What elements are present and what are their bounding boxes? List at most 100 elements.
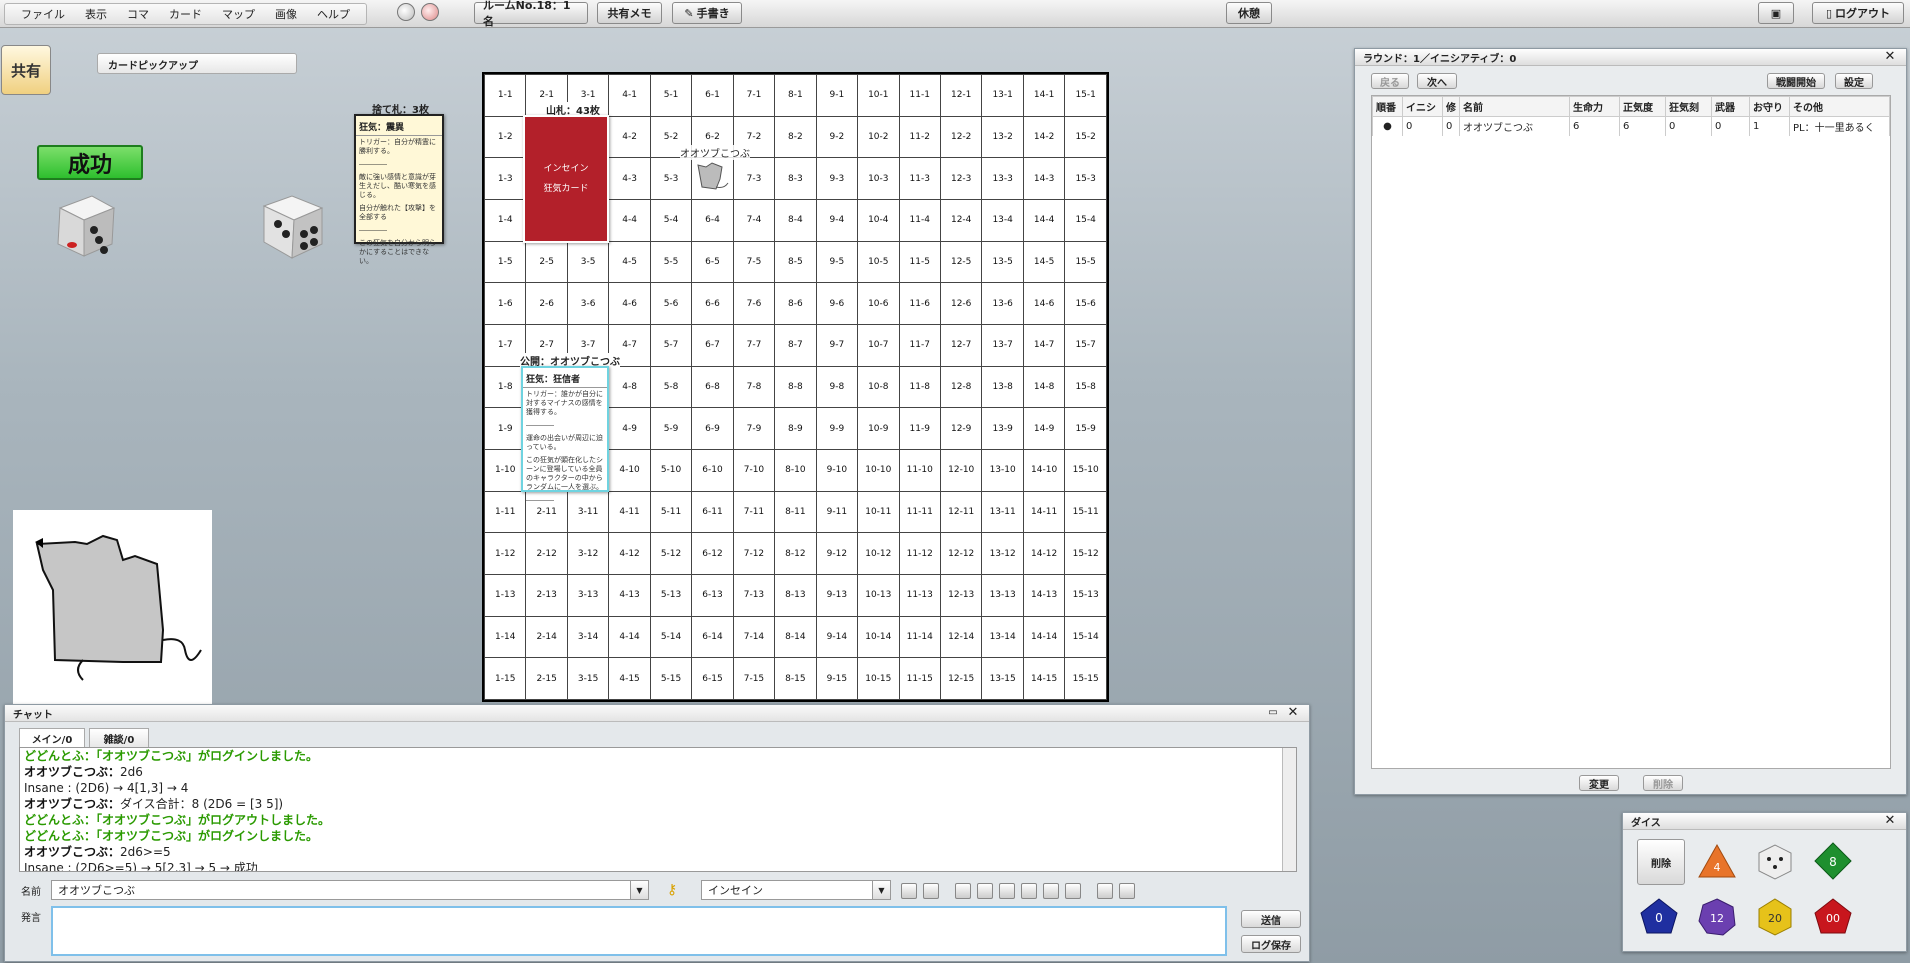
board-cell[interactable]: 8-11 bbox=[774, 490, 817, 534]
board-cell[interactable]: 9-11 bbox=[815, 490, 859, 534]
share-icon[interactable]: 共有 bbox=[1, 45, 51, 95]
board-cell[interactable]: 12-11 bbox=[939, 490, 983, 534]
board-cell[interactable]: 8-14 bbox=[774, 615, 817, 659]
board-cell[interactable]: 5-14 bbox=[649, 615, 693, 659]
board-cell[interactable]: 9-10 bbox=[815, 448, 859, 492]
board-cell[interactable]: 4-12 bbox=[608, 532, 651, 575]
board-cell[interactable]: 13-7 bbox=[981, 323, 1024, 367]
board-cell[interactable]: 8-15 bbox=[774, 657, 817, 700]
board-cell[interactable]: 14-3 bbox=[1022, 157, 1066, 200]
mouse-token[interactable] bbox=[692, 159, 730, 197]
board-cell[interactable]: 1-12 bbox=[483, 532, 527, 575]
board-cell[interactable]: 8-4 bbox=[774, 198, 817, 242]
board-cell[interactable]: 4-2 bbox=[608, 115, 651, 159]
board-cell[interactable]: 4-10 bbox=[608, 448, 651, 492]
board-cell[interactable]: 8-3 bbox=[774, 157, 817, 200]
board-cell[interactable]: 5-3 bbox=[649, 157, 693, 200]
board-cell[interactable]: 1-15 bbox=[483, 657, 527, 700]
delete-button[interactable]: 削除 bbox=[1643, 775, 1683, 791]
room-button[interactable]: ルームNo.18：1名 bbox=[474, 0, 588, 28]
board-cell[interactable]: 7-1 bbox=[732, 74, 776, 117]
board-cell[interactable]: 7-13 bbox=[732, 573, 776, 617]
board-cell[interactable]: 4-8 bbox=[608, 365, 651, 409]
board-cell[interactable]: 8-1 bbox=[774, 74, 817, 117]
board-cell[interactable]: 7-6 bbox=[732, 282, 776, 325]
board-cell[interactable]: 11-6 bbox=[898, 282, 941, 325]
settings-button[interactable]: 設定 bbox=[1835, 73, 1873, 89]
board-cell[interactable]: 15-1 bbox=[1064, 74, 1107, 117]
board-cell[interactable]: 15-13 bbox=[1064, 573, 1107, 617]
board-cell[interactable]: 7-5 bbox=[732, 240, 776, 284]
board-cell[interactable]: 3-15 bbox=[566, 657, 610, 700]
board-cell[interactable]: 4-1 bbox=[608, 74, 651, 117]
book-icon[interactable] bbox=[923, 883, 939, 899]
menu-map[interactable]: マップ bbox=[212, 6, 265, 22]
menu-piece[interactable]: コマ bbox=[117, 6, 159, 22]
board-cell[interactable]: 6-8 bbox=[691, 365, 734, 409]
board-cell[interactable]: 14-15 bbox=[1022, 657, 1066, 700]
board-cell[interactable]: 1-1 bbox=[483, 74, 527, 117]
board-cell[interactable]: 11-8 bbox=[898, 365, 941, 409]
board-cell[interactable]: 1-2 bbox=[483, 115, 527, 159]
board-cell[interactable]: 15-5 bbox=[1064, 240, 1107, 284]
d10-icon[interactable]: 0 bbox=[1639, 897, 1679, 937]
board-cell[interactable]: 6-4 bbox=[691, 198, 734, 242]
board-cell[interactable]: 7-12 bbox=[732, 532, 776, 575]
board-cell[interactable]: 11-2 bbox=[898, 115, 941, 159]
board-cell[interactable]: 1-11 bbox=[483, 490, 527, 534]
board-cell[interactable]: 10-7 bbox=[857, 323, 900, 367]
board-cell[interactable]: 6-7 bbox=[691, 323, 734, 367]
board-cell[interactable]: 8-12 bbox=[774, 532, 817, 575]
chevron-down-icon[interactable]: ▼ bbox=[872, 881, 890, 899]
board-cell[interactable]: 12-10 bbox=[939, 448, 983, 492]
board-cell[interactable]: 4-6 bbox=[608, 282, 651, 325]
board-cell[interactable]: 7-8 bbox=[732, 365, 776, 409]
board-cell[interactable]: 11-14 bbox=[898, 615, 941, 659]
board-cell[interactable]: 8-5 bbox=[774, 240, 817, 284]
board-cell[interactable]: 9-8 bbox=[815, 365, 859, 409]
character-image[interactable] bbox=[13, 510, 212, 710]
board-cell[interactable]: 13-11 bbox=[981, 490, 1024, 534]
board-cell[interactable]: 10-3 bbox=[857, 157, 900, 200]
board-cell[interactable]: 1-6 bbox=[483, 282, 527, 325]
d12-icon[interactable]: 12 bbox=[1697, 897, 1737, 937]
board-cell[interactable]: 15-6 bbox=[1064, 282, 1107, 325]
break-button[interactable]: 休憩 bbox=[1226, 2, 1272, 24]
board-cell[interactable]: 12-15 bbox=[939, 657, 983, 700]
col-order[interactable]: 順番 bbox=[1372, 96, 1403, 117]
board-cell[interactable]: 1-4 bbox=[483, 198, 527, 242]
board-cell[interactable]: 3-14 bbox=[566, 615, 610, 659]
die-5[interactable] bbox=[258, 190, 328, 260]
board-cell[interactable]: 13-5 bbox=[981, 240, 1024, 284]
board-cell[interactable]: 13-1 bbox=[981, 74, 1024, 117]
board-cell[interactable]: 7-11 bbox=[732, 490, 776, 534]
board-cell[interactable]: 9-5 bbox=[815, 240, 859, 284]
board-cell[interactable]: 2-13 bbox=[525, 573, 568, 617]
board-cell[interactable]: 9-15 bbox=[815, 657, 859, 700]
board-cell[interactable]: 9-12 bbox=[815, 532, 859, 575]
board-cell[interactable]: 1-3 bbox=[483, 157, 527, 200]
board-cell[interactable]: 15-10 bbox=[1064, 448, 1107, 492]
board-cell[interactable]: 9-9 bbox=[815, 407, 859, 450]
chat-minimize-icon[interactable]: ▭ bbox=[1267, 707, 1279, 719]
palette-icon[interactable] bbox=[1097, 883, 1113, 899]
board-cell[interactable]: 14-7 bbox=[1022, 323, 1066, 367]
board-cell[interactable]: 15-7 bbox=[1064, 323, 1107, 367]
board-cell[interactable]: 12-3 bbox=[939, 157, 983, 200]
board-cell[interactable]: 1-14 bbox=[483, 615, 527, 659]
board-cell[interactable]: 9-4 bbox=[815, 198, 859, 242]
board-cell[interactable]: 15-2 bbox=[1064, 115, 1107, 159]
col-sanity[interactable]: 正気度 bbox=[1619, 96, 1666, 117]
board-cell[interactable]: 7-7 bbox=[732, 323, 776, 367]
tab-main[interactable]: メイン/0 bbox=[19, 728, 85, 748]
board-cell[interactable]: 14-4 bbox=[1022, 198, 1066, 242]
board-cell[interactable]: 1-10 bbox=[483, 448, 527, 492]
board-cell[interactable]: 12-9 bbox=[939, 407, 983, 450]
handwrite-button[interactable]: ✎ 手書き bbox=[672, 2, 742, 24]
board-cell[interactable]: 12-2 bbox=[939, 115, 983, 159]
board-cell[interactable]: 10-12 bbox=[857, 532, 900, 575]
board-cell[interactable]: 2-6 bbox=[525, 282, 568, 325]
board-cell[interactable]: 2-12 bbox=[525, 532, 568, 575]
board-cell[interactable]: 10-2 bbox=[857, 115, 900, 159]
menu-image[interactable]: 画像 bbox=[265, 6, 307, 22]
